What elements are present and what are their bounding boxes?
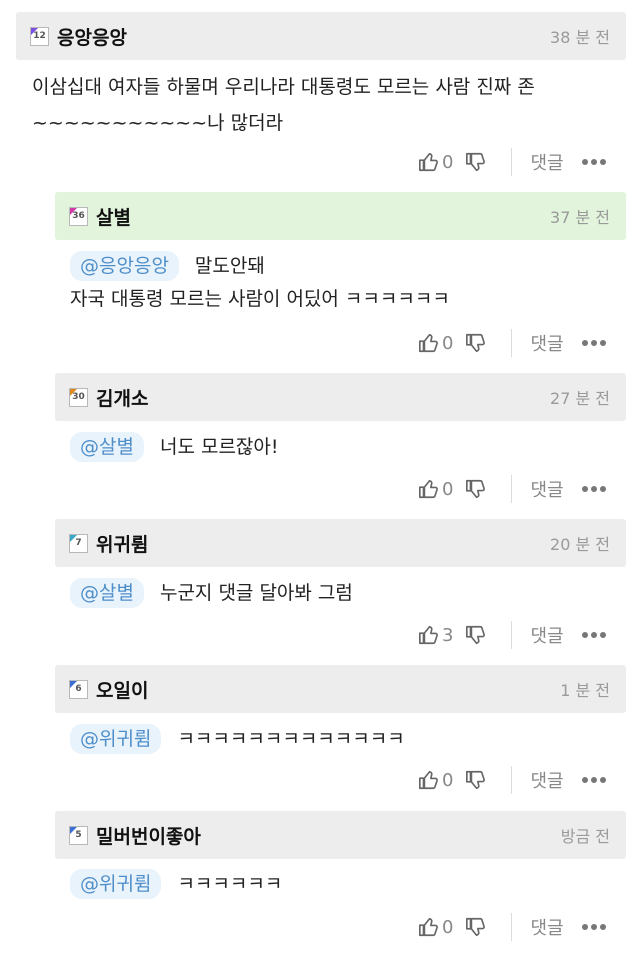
more-dots-icon[interactable] <box>581 632 606 638</box>
like-count: 0 <box>442 151 454 173</box>
thumbs-down-icon[interactable] <box>465 624 487 646</box>
thumbs-down-icon[interactable] <box>465 478 487 500</box>
comment-text-line2: 자국 대통령 모르는 사람이 어딨어 ㅋㅋㅋㅋㅋㅋ <box>70 288 450 310</box>
comment-time: 37 분 전 <box>550 208 610 227</box>
comment-header: 5 밀버번이좋아 방금 전 <box>55 811 626 859</box>
comment-author[interactable]: 오일이 <box>96 676 148 703</box>
comment-actions: 3 댓글 <box>418 618 606 652</box>
comment-actions: 0 댓글 <box>418 326 606 360</box>
level-badge-icon: 7 <box>69 533 88 553</box>
comment-time: 20 분 전 <box>550 535 610 554</box>
divider <box>511 913 513 941</box>
divider <box>511 766 513 794</box>
comment-text: @위귀륌 ㅋㅋㅋㅋㅋㅋㅋㅋㅋㅋㅋㅋㅋ <box>70 724 405 754</box>
divider <box>511 148 513 176</box>
reply-button[interactable]: 댓글 <box>530 330 563 356</box>
comment-text: @살별 너도 모르잖아! <box>70 432 279 462</box>
comment-author[interactable]: 응앙응앙 <box>57 23 127 50</box>
comment-header: 12 응앙응앙 38 분 전 <box>16 12 626 60</box>
reply-button[interactable]: 댓글 <box>530 476 563 502</box>
comment-text: 이삼십대 여자들 하물며 우리나라 대통령도 모르는 사람 진짜 존 ~~~~~… <box>32 76 535 134</box>
like-count: 0 <box>442 769 454 791</box>
comment-text: @위귀륌 ㅋㅋㅋㅋㅋㅋ <box>70 869 282 899</box>
thumbs-up-icon[interactable] <box>418 769 440 791</box>
comment-header: 7 위귀륌 20 분 전 <box>55 519 626 567</box>
comment-time: 27 분 전 <box>550 389 610 408</box>
comment-time: 38 분 전 <box>550 28 610 47</box>
mention-tag[interactable]: @살별 <box>70 578 144 608</box>
more-dots-icon[interactable] <box>581 159 606 165</box>
mention-tag[interactable]: @위귀륌 <box>70 724 162 754</box>
thumbs-down-icon[interactable] <box>465 332 487 354</box>
comment-text: @응앙응앙 말도안돼 <box>70 251 265 281</box>
comment-author[interactable]: 위귀륌 <box>96 530 148 557</box>
more-dots-icon[interactable] <box>581 486 606 492</box>
level-badge-icon: 36 <box>69 206 88 226</box>
level-badge-icon: 12 <box>30 26 49 46</box>
reply-button[interactable]: 댓글 <box>530 149 563 175</box>
comment-text: @살별 누군지 댓글 달아봐 그럼 <box>70 578 353 608</box>
thumbs-up-icon[interactable] <box>418 624 440 646</box>
reply-button[interactable]: 댓글 <box>530 622 563 648</box>
level-badge-icon: 5 <box>69 825 88 845</box>
thumbs-down-icon[interactable] <box>465 769 487 791</box>
reply-button[interactable]: 댓글 <box>530 914 563 940</box>
more-dots-icon[interactable] <box>581 924 606 930</box>
divider <box>511 329 513 357</box>
like-count: 0 <box>442 478 454 500</box>
comment-header: 36 살별 37 분 전 <box>55 192 626 240</box>
mention-tag[interactable]: @위귀륌 <box>70 869 162 899</box>
comment-actions: 0 댓글 <box>418 763 606 797</box>
comment-author[interactable]: 밀버번이좋아 <box>96 822 201 849</box>
comment-actions: 0 댓글 <box>418 910 606 944</box>
comment-time: 방금 전 <box>560 827 610 846</box>
like-count: 0 <box>442 332 454 354</box>
comment-author[interactable]: 살별 <box>96 203 131 230</box>
level-badge-icon: 30 <box>69 387 88 407</box>
divider <box>511 475 513 503</box>
mention-tag[interactable]: @살별 <box>70 432 144 462</box>
thumbs-up-icon[interactable] <box>418 332 440 354</box>
thumbs-down-icon[interactable] <box>465 916 487 938</box>
comment-author[interactable]: 김개소 <box>96 384 148 411</box>
like-count: 3 <box>442 624 454 646</box>
comment-actions: 0 댓글 <box>418 472 606 506</box>
thumbs-up-icon[interactable] <box>418 151 440 173</box>
more-dots-icon[interactable] <box>581 777 606 783</box>
more-dots-icon[interactable] <box>581 340 606 346</box>
comment-header: 6 오일이 1 분 전 <box>55 665 626 713</box>
comment-time: 1 분 전 <box>560 681 610 700</box>
mention-tag[interactable]: @응앙응앙 <box>70 251 179 281</box>
thumbs-up-icon[interactable] <box>418 478 440 500</box>
thumbs-up-icon[interactable] <box>418 916 440 938</box>
divider <box>511 621 513 649</box>
comment-header: 30 김개소 27 분 전 <box>55 373 626 421</box>
comment-actions: 0 댓글 <box>418 145 606 179</box>
reply-button[interactable]: 댓글 <box>530 767 563 793</box>
like-count: 0 <box>442 916 454 938</box>
thumbs-down-icon[interactable] <box>465 151 487 173</box>
level-badge-icon: 6 <box>69 679 88 699</box>
